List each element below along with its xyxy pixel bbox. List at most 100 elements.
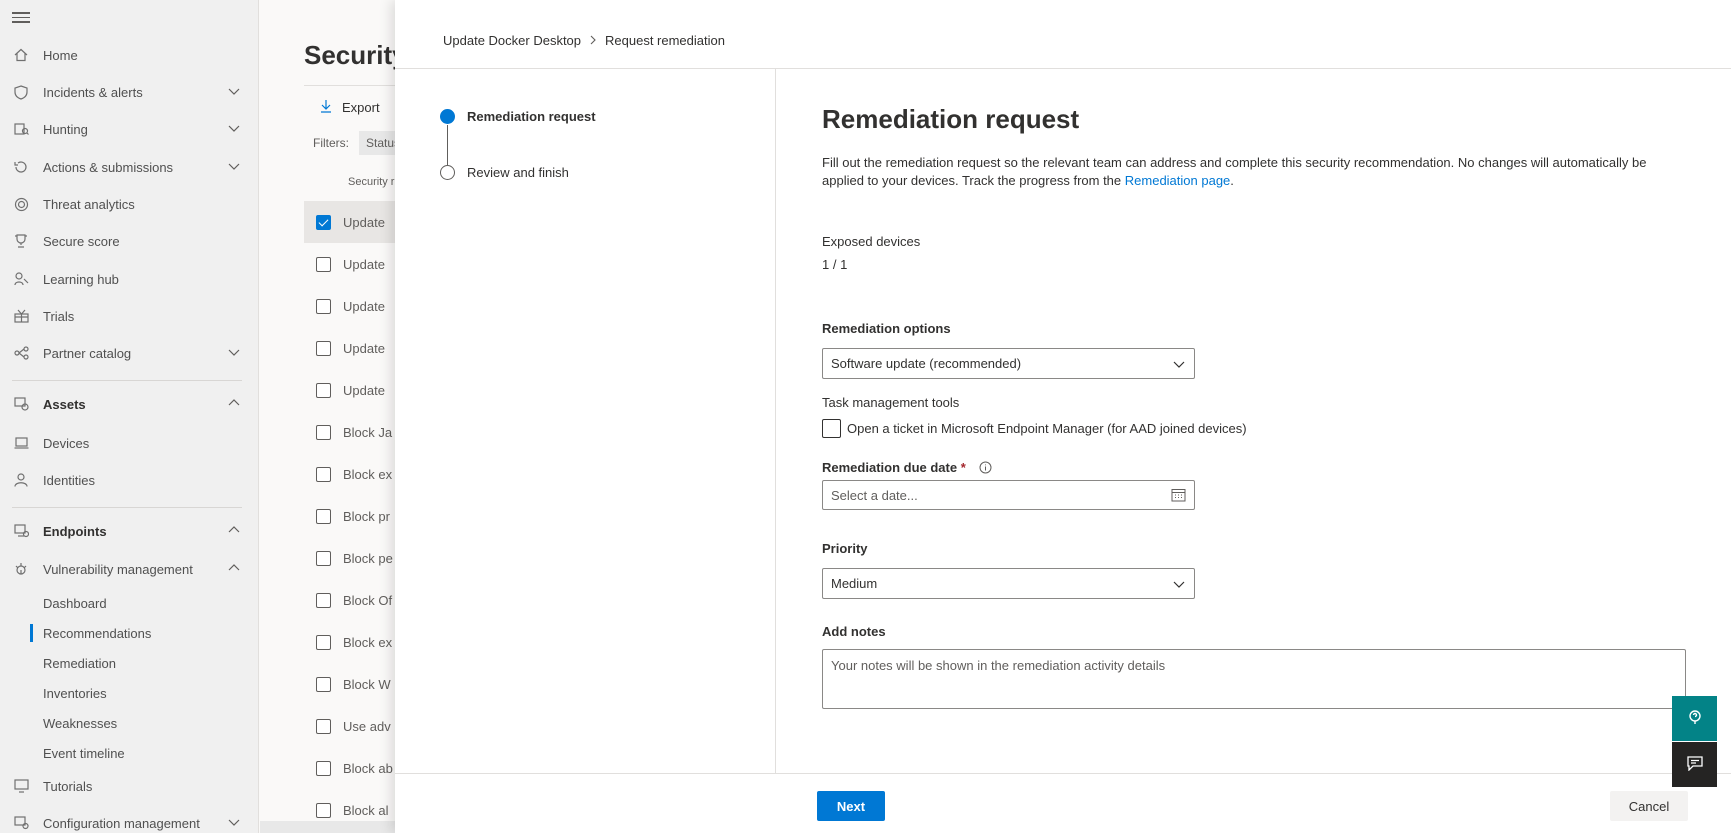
download-icon bbox=[320, 99, 332, 116]
config-icon bbox=[11, 813, 31, 833]
due-date-picker[interactable]: Select a date... bbox=[822, 480, 1195, 510]
threat-analytics-icon bbox=[11, 194, 31, 214]
table-row[interactable]: Update bbox=[304, 369, 400, 411]
nav-item-hunting[interactable]: Hunting bbox=[0, 113, 259, 145]
chevron-up-icon[interactable] bbox=[227, 561, 241, 575]
dropdown-value: Software update (recommended) bbox=[831, 356, 1022, 371]
table-row[interactable]: Use adv bbox=[304, 705, 400, 747]
partner-icon bbox=[11, 343, 31, 363]
nav-label: Configuration management bbox=[43, 815, 200, 831]
row-checkbox[interactable] bbox=[316, 592, 331, 608]
table-row[interactable]: Update bbox=[304, 201, 400, 243]
chevron-down-icon bbox=[1173, 361, 1185, 368]
chevron-right-icon bbox=[589, 33, 597, 48]
export-button[interactable]: Export bbox=[320, 99, 380, 116]
remediation-page-link[interactable]: Remediation page bbox=[1125, 173, 1231, 188]
info-icon[interactable] bbox=[979, 461, 992, 477]
nav-label: Devices bbox=[43, 435, 90, 451]
nav-item-secure-score[interactable]: Secure score bbox=[0, 225, 259, 257]
table-row[interactable]: Update bbox=[304, 243, 400, 285]
table-row[interactable]: Update bbox=[304, 327, 400, 369]
row-checkbox[interactable] bbox=[316, 718, 331, 734]
nav-item-partner-catalog[interactable]: Partner catalog bbox=[0, 337, 259, 369]
nav-item-incidents-alerts[interactable]: Incidents & alerts bbox=[0, 76, 259, 108]
priority-dropdown[interactable]: Medium bbox=[822, 568, 1195, 599]
help-icon bbox=[1687, 709, 1703, 728]
row-checkbox[interactable] bbox=[316, 676, 331, 692]
next-button[interactable]: Next bbox=[817, 791, 885, 821]
help-button[interactable] bbox=[1672, 696, 1717, 741]
status-filter-chip[interactable]: Status bbox=[359, 131, 400, 155]
table-row[interactable]: Block Of bbox=[304, 579, 400, 621]
ticket-checkbox-row[interactable]: Open a ticket in Microsoft Endpoint Mana… bbox=[822, 419, 1247, 438]
nav-item-vulnerability-management[interactable]: Vulnerability management bbox=[0, 553, 259, 585]
task-management-tools-label: Task management tools bbox=[822, 395, 960, 410]
nav-item-tutorials[interactable]: Tutorials bbox=[0, 770, 259, 802]
row-checkbox[interactable] bbox=[316, 466, 331, 482]
hamburger-menu-icon[interactable] bbox=[12, 10, 30, 24]
row-checkbox[interactable] bbox=[316, 214, 331, 230]
exposed-devices-value: 1 / 1 bbox=[822, 257, 848, 272]
person-icon bbox=[11, 470, 31, 490]
laptop-icon bbox=[11, 433, 31, 453]
nav-item-endpoints[interactable]: Endpoints bbox=[0, 515, 259, 547]
row-checkbox[interactable] bbox=[316, 802, 331, 818]
nav-label: Home bbox=[43, 47, 78, 63]
table-row[interactable]: Update bbox=[304, 285, 400, 327]
table-row[interactable]: Block Ja bbox=[304, 411, 400, 453]
chevron-up-icon[interactable] bbox=[227, 523, 241, 537]
trophy-icon bbox=[11, 231, 31, 251]
nav-item-identities[interactable]: Identities bbox=[0, 464, 259, 496]
row-checkbox[interactable] bbox=[316, 634, 331, 650]
chevron-up-icon[interactable] bbox=[227, 396, 241, 410]
nav-sub-inventories[interactable]: Inventories bbox=[43, 680, 107, 706]
open-ticket-checkbox[interactable] bbox=[822, 419, 841, 438]
chevron-down-icon[interactable] bbox=[227, 815, 241, 829]
nav-label: Threat analytics bbox=[43, 196, 135, 212]
step-remediation-request[interactable]: Remediation request bbox=[440, 109, 596, 124]
table-row[interactable]: Block W bbox=[304, 663, 400, 705]
table-row[interactable]: Block ex bbox=[304, 453, 400, 495]
table-row[interactable]: Block pr bbox=[304, 495, 400, 537]
notes-textarea[interactable]: Your notes will be shown in the remediat… bbox=[822, 649, 1686, 709]
nav-item-configuration-management[interactable]: Configuration management bbox=[0, 807, 259, 833]
home-icon bbox=[11, 45, 31, 65]
nav-item-actions-submissions[interactable]: Actions & submissions bbox=[0, 151, 259, 183]
priority-label: Priority bbox=[822, 541, 868, 556]
nav-sub-recommendations[interactable]: Recommendations bbox=[29, 620, 151, 646]
nav-item-assets[interactable]: Assets bbox=[0, 388, 259, 420]
nav-sub-weaknesses[interactable]: Weaknesses bbox=[43, 710, 117, 736]
row-checkbox[interactable] bbox=[316, 760, 331, 776]
chevron-down-icon[interactable] bbox=[227, 159, 241, 173]
table-row[interactable]: Block ab bbox=[304, 747, 400, 789]
row-checkbox[interactable] bbox=[316, 550, 331, 566]
feedback-button[interactable] bbox=[1672, 742, 1717, 787]
nav-sub-remediation[interactable]: Remediation bbox=[43, 650, 116, 676]
nav-item-devices[interactable]: Devices bbox=[0, 427, 259, 459]
nav-sub-event-timeline[interactable]: Event timeline bbox=[43, 740, 125, 766]
table-row[interactable]: Block pe bbox=[304, 537, 400, 579]
horizontal-scrollbar[interactable] bbox=[260, 821, 400, 833]
chevron-down-icon[interactable] bbox=[227, 121, 241, 135]
breadcrumb-parent[interactable]: Update Docker Desktop bbox=[443, 33, 581, 48]
row-checkbox[interactable] bbox=[316, 340, 331, 356]
row-checkbox[interactable] bbox=[316, 298, 331, 314]
nav-item-threat-analytics[interactable]: Threat analytics bbox=[0, 188, 259, 220]
nav-sub-dashboard[interactable]: Dashboard bbox=[43, 590, 107, 616]
chevron-down-icon[interactable] bbox=[227, 345, 241, 359]
nav-item-learning-hub[interactable]: Learning hub bbox=[0, 263, 259, 295]
row-checkbox[interactable] bbox=[316, 382, 331, 398]
row-checkbox[interactable] bbox=[316, 424, 331, 440]
table-row[interactable]: Block ex bbox=[304, 621, 400, 663]
column-header-security-recommendation[interactable]: Security r bbox=[348, 176, 394, 188]
chevron-down-icon[interactable] bbox=[227, 84, 241, 98]
step-label: Review and finish bbox=[467, 165, 569, 180]
nav-item-home[interactable]: Home bbox=[0, 39, 259, 71]
step-review-and-finish[interactable]: Review and finish bbox=[440, 165, 569, 180]
calendar-icon[interactable] bbox=[1171, 488, 1186, 505]
row-checkbox[interactable] bbox=[316, 508, 331, 524]
remediation-options-dropdown[interactable]: Software update (recommended) bbox=[822, 348, 1195, 379]
cancel-button[interactable]: Cancel bbox=[1610, 791, 1688, 821]
row-checkbox[interactable] bbox=[316, 256, 331, 272]
nav-item-trials[interactable]: Trials bbox=[0, 300, 259, 332]
